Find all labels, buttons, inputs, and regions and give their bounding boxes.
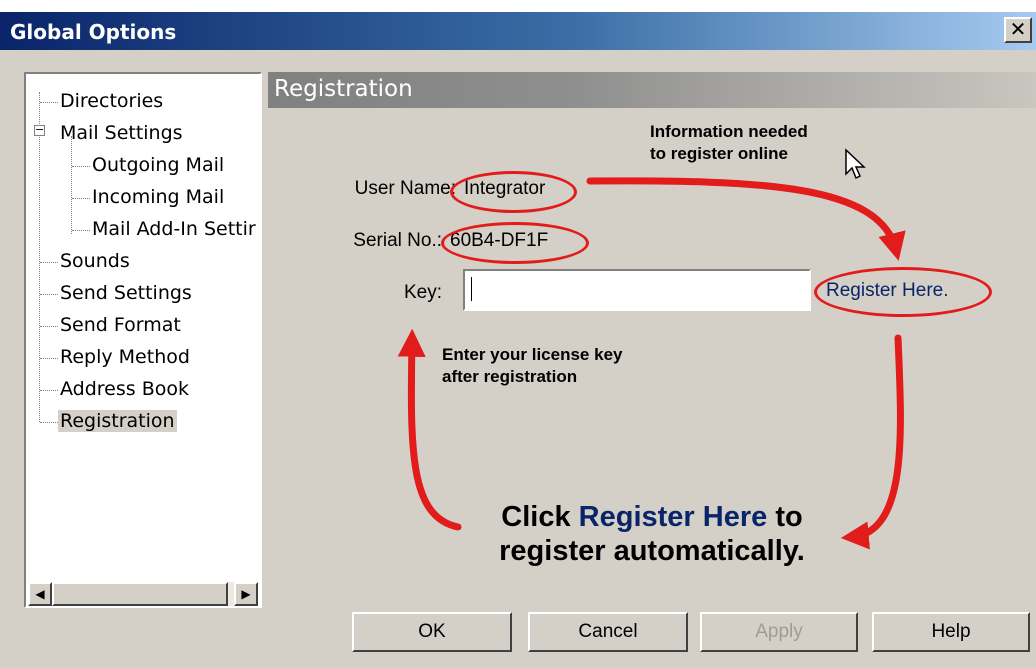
arrow-to-instruction — [840, 334, 904, 550]
ok-button[interactable]: OK — [352, 612, 512, 652]
arrow-to-key-field — [397, 328, 462, 531]
help-button[interactable]: Help — [872, 612, 1030, 652]
apply-button[interactable]: Apply — [700, 612, 858, 652]
mouse-cursor-icon — [845, 148, 866, 180]
global-options-dialog: Global Options ✕ − Directories Mail Sett… — [0, 12, 1036, 668]
cancel-button[interactable]: Cancel — [528, 612, 688, 652]
arrow-to-register — [586, 177, 906, 261]
annotation-arrows — [397, 177, 906, 550]
